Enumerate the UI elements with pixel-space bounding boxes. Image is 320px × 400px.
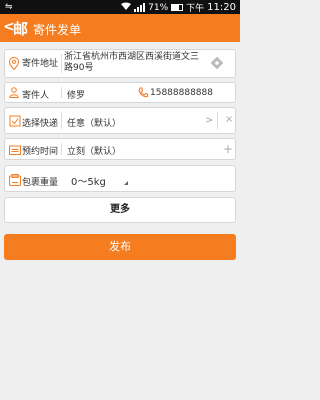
- select-arrow-icon[interactable]: [124, 181, 128, 185]
- usb-icon: ⇋: [5, 2, 13, 12]
- scale-icon: [9, 174, 21, 189]
- person-icon: [9, 87, 19, 101]
- clock: 11:20: [207, 2, 236, 13]
- appointment-row[interactable]: 预约时间 立刻（默认） +: [4, 138, 236, 160]
- address-label: 寄件地址: [22, 59, 59, 69]
- appointment-add-icon[interactable]: +: [223, 142, 233, 156]
- signal-icon: [134, 3, 146, 12]
- weight-label: 包裹重量: [22, 178, 59, 188]
- post-logo-icon: 邮: [13, 20, 29, 38]
- phone-icon: [138, 87, 148, 101]
- weight-select[interactable]: 0～5kg: [71, 173, 106, 188]
- courier-clear-icon[interactable]: ×: [225, 114, 233, 125]
- address-value[interactable]: 浙江省杭州市西湖区西溪街道文三路90号: [64, 52, 202, 74]
- sender-row[interactable]: 寄件人 修罗 15888888888: [4, 82, 236, 103]
- appointment-label: 预约时间: [22, 147, 59, 157]
- courier-box-icon: [9, 115, 21, 130]
- app-header: < 邮 寄件发单: [0, 14, 240, 42]
- appointment-value[interactable]: 立刻（默认）: [67, 144, 121, 157]
- courier-label: 选择快递: [22, 119, 59, 129]
- status-bar: ⇋ 71% 下午 11:20: [0, 0, 240, 14]
- locate-icon[interactable]: [210, 56, 224, 72]
- location-pin-icon: [8, 56, 20, 73]
- more-button[interactable]: 更多: [4, 197, 236, 223]
- battery-icon: [171, 4, 184, 11]
- courier-value[interactable]: 任意（默认）: [67, 116, 121, 129]
- sender-name[interactable]: 修罗: [67, 88, 85, 101]
- calendar-icon: [9, 144, 21, 158]
- ampm: 下午: [186, 4, 205, 14]
- courier-arrow-icon[interactable]: >: [205, 115, 213, 126]
- courier-row[interactable]: 选择快递 任意（默认） > ×: [4, 107, 236, 134]
- sender-label: 寄件人: [22, 91, 50, 101]
- sender-phone[interactable]: 15888888888: [150, 88, 213, 98]
- weight-row[interactable]: 包裹重量 0～5kg: [4, 165, 236, 192]
- battery-percent: 71%: [148, 2, 169, 13]
- wifi-icon: [121, 2, 132, 14]
- address-row[interactable]: 寄件地址 浙江省杭州市西湖区西溪街道文三路90号: [4, 49, 236, 78]
- publish-button[interactable]: 发布: [4, 234, 236, 260]
- page-title: 寄件发单: [33, 23, 82, 37]
